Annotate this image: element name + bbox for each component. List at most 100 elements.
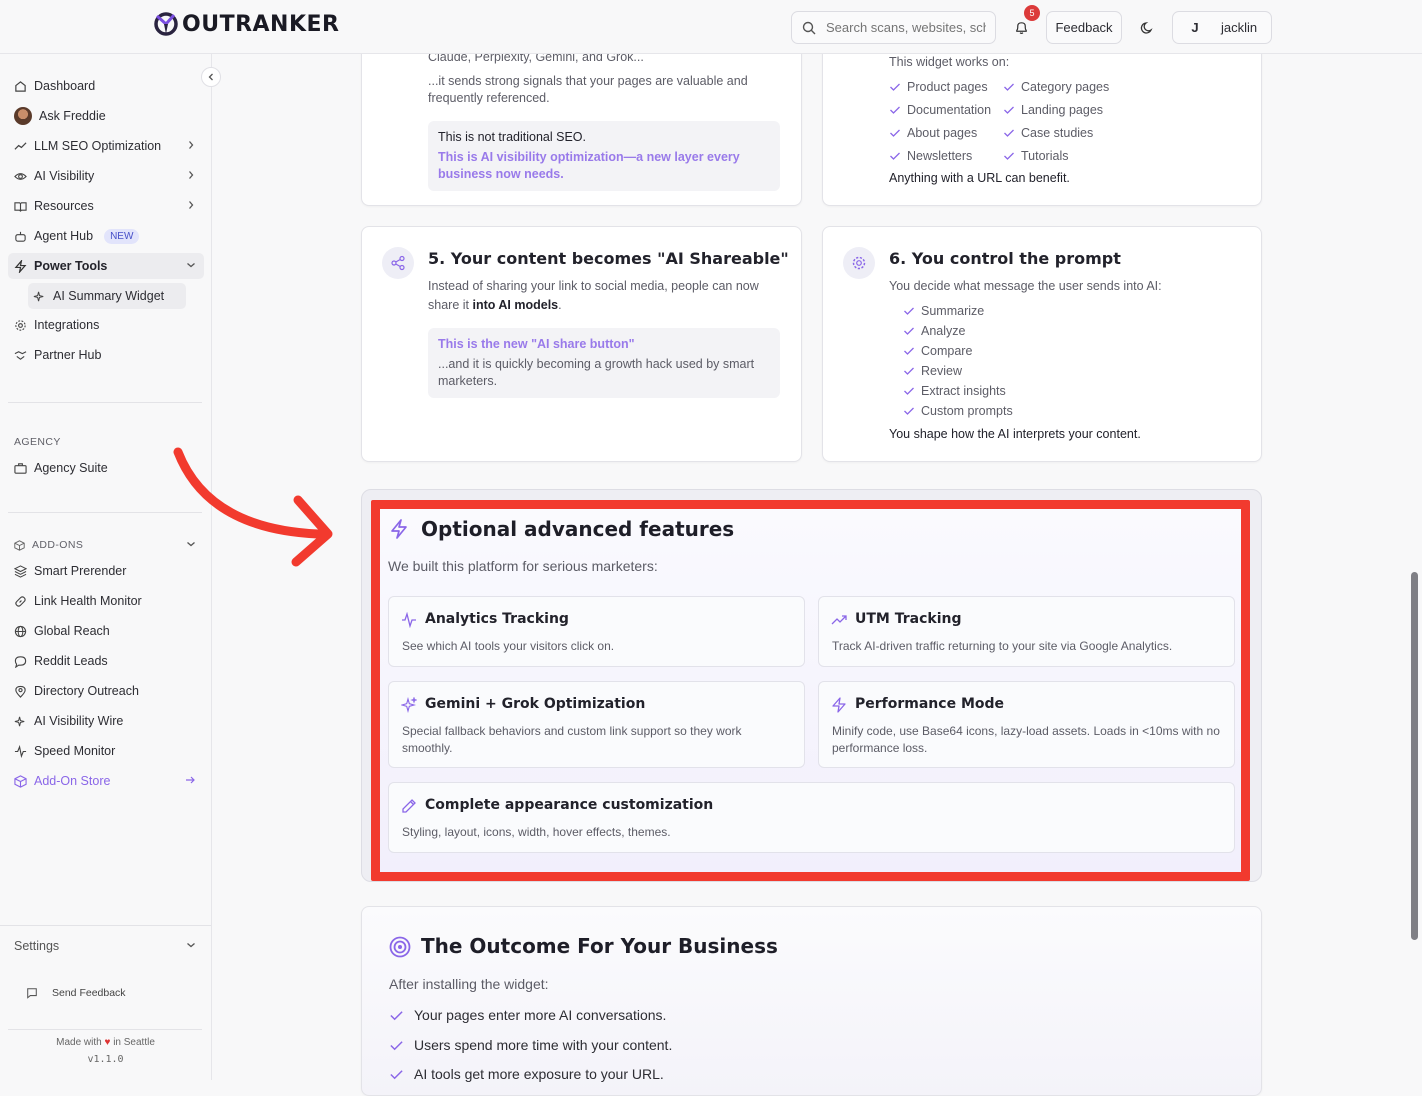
app-logo[interactable]: OUTRANKER: [152, 10, 339, 38]
eye-icon: [14, 172, 27, 180]
check-icon: [1004, 106, 1014, 114]
trend-icon: [14, 141, 27, 150]
zap-icon: [832, 697, 846, 713]
version-label: v1.1.0: [87, 1054, 124, 1065]
arrow-right-icon: [186, 776, 195, 784]
section-title: The Outcome For Your Business: [421, 934, 778, 958]
sidebar-item-label: Integrations: [34, 318, 100, 332]
list-item: Review: [903, 361, 1013, 381]
sidebar-item-label: Power Tools: [34, 259, 108, 273]
card-ai-signals: Claude, Perplexity, Gemini, and Grok... …: [361, 30, 802, 206]
sidebar-item-dashboard[interactable]: Dashboard: [8, 73, 204, 99]
callout-title: This is the new "AI share button": [438, 337, 635, 351]
sidebar-item-label: Agency Suite: [34, 461, 108, 475]
search-input[interactable]: [826, 20, 986, 35]
globe-icon: [14, 625, 27, 637]
list-item: Landing pages: [1003, 98, 1109, 121]
notifications-button[interactable]: 5: [1004, 5, 1040, 44]
card-footer: You shape how the AI interprets your con…: [889, 427, 1141, 441]
sidebar-item-integrations[interactable]: Integrations: [8, 312, 204, 338]
sidebar-item-label: Global Reach: [34, 624, 110, 638]
send-feedback-button[interactable]: Send Feedback: [20, 980, 190, 1006]
send-feedback-label: Send Feedback: [52, 987, 126, 999]
package-icon: [14, 774, 27, 788]
feature-title: Gemini + Grok Optimization: [425, 696, 646, 712]
sidebar-item-label: Resources: [34, 199, 94, 213]
sidebar-item-ask-freddie[interactable]: Ask Freddie: [8, 103, 204, 129]
card-footer: Anything with a URL can benefit.: [889, 171, 1070, 185]
user-menu-button[interactable]: J jacklin: [1172, 11, 1272, 44]
list-item: Compare: [903, 341, 1013, 361]
new-badge: NEW: [104, 228, 140, 244]
made-with-suffix: in Seattle: [113, 1037, 155, 1048]
trending-up-icon: [831, 615, 847, 625]
sidebar-item-power-tools[interactable]: Power Tools: [8, 253, 204, 279]
prompt-options-list: Summarize Analyze Compare Review Extract…: [903, 301, 1013, 421]
sidebar-item-partner-hub[interactable]: Partner Hub: [8, 342, 204, 368]
sidebar-item-ai-visibility[interactable]: AI Visibility: [8, 163, 204, 189]
divider: [0, 925, 211, 926]
body-suffix: .: [558, 298, 562, 312]
sidebar-item-link-health[interactable]: Link Health Monitor: [8, 588, 204, 614]
card-title: 6. You control the prompt: [889, 249, 1121, 268]
sidebar-item-global-reach[interactable]: Global Reach: [8, 618, 204, 644]
card-control-prompt: 6. You control the prompt You decide wha…: [822, 226, 1262, 462]
feature-desc: Special fallback behaviors and custom li…: [402, 724, 742, 755]
activity-icon: [14, 744, 27, 758]
section-title: Optional advanced features: [421, 517, 735, 541]
sidebar-item-directory-outreach[interactable]: Directory Outreach: [8, 678, 204, 704]
sidebar-item-llm-seo[interactable]: LLM SEO Optimization: [8, 133, 204, 159]
sidebar-item-label: Add-On Store: [34, 774, 111, 788]
sidebar-item-label: AI Visibility: [34, 169, 95, 183]
sidebar-item-ai-visibility-wire[interactable]: AI Visibility Wire: [8, 708, 204, 734]
check-icon: [390, 1069, 403, 1079]
list-item: Analyze: [903, 321, 1013, 341]
list-item: Extract insights: [903, 381, 1013, 401]
list-item: Newsletters: [889, 144, 991, 167]
sidebar-item-label: Ask Freddie: [39, 109, 106, 123]
package-icon: [14, 539, 25, 551]
outcome-item: Users spend more time with your content.: [389, 1037, 672, 1053]
notification-count-badge: 5: [1024, 5, 1040, 21]
card-widget-works-on: This widget works on: Product pages Docu…: [822, 30, 1262, 206]
check-icon: [890, 106, 900, 114]
callout-body: ...and it is quickly becoming a growth h…: [438, 357, 755, 388]
agency-section-label: AGENCY: [14, 436, 61, 448]
chevron-right-icon: [189, 171, 194, 179]
gear-icon: [843, 247, 875, 279]
sidebar-item-resources[interactable]: Resources: [8, 193, 204, 219]
sidebar-item-label: Directory Outreach: [34, 684, 139, 698]
pencil-icon: [402, 799, 416, 813]
callout-box: This is not traditional SEO. This is AI …: [428, 121, 780, 191]
feedback-button[interactable]: Feedback: [1046, 11, 1122, 44]
section-subtitle: We built this platform for serious marke…: [388, 558, 658, 574]
page-scrollbar[interactable]: [1411, 572, 1418, 940]
activity-icon: [402, 612, 416, 628]
section-subtitle: After installing the widget:: [389, 976, 549, 992]
chevron-right-icon: [189, 141, 194, 149]
feature-desc: See which AI tools your visitors click o…: [402, 639, 615, 653]
sidebar-item-speed-monitor[interactable]: Speed Monitor: [8, 738, 204, 764]
chevron-down-icon: [187, 263, 195, 268]
collapse-sidebar-button[interactable]: [201, 67, 221, 87]
settings-toggle[interactable]: Settings: [8, 933, 204, 959]
page-type-list-2: Category pages Landing pages Case studie…: [1003, 75, 1109, 167]
book-icon: [14, 201, 27, 212]
advanced-features-section: Optional advanced features We built this…: [371, 500, 1250, 881]
callout-body: This is AI visibility optimization—a new…: [438, 150, 740, 181]
card-text: ...it sends strong signals that your pag…: [428, 74, 748, 105]
theme-toggle-button[interactable]: [1131, 11, 1163, 44]
feature-title: Complete appearance customization: [425, 797, 714, 813]
list-item: Documentation: [889, 98, 991, 121]
map-pin-icon: [15, 685, 26, 698]
sidebar-item-agent-hub[interactable]: Agent Hub NEW: [8, 223, 204, 249]
logo-text: OUTRANKER: [182, 11, 340, 37]
feature-card-utm: UTM Tracking Track AI-driven traffic ret…: [818, 596, 1235, 667]
sidebar-item-ai-summary-widget[interactable]: AI Summary Widget: [28, 283, 186, 309]
user-name: jacklin: [1221, 20, 1258, 35]
sidebar-item-reddit-leads[interactable]: Reddit Leads: [8, 648, 204, 674]
search-box[interactable]: [791, 11, 996, 44]
sidebar-item-addon-store[interactable]: Add-On Store: [8, 768, 204, 794]
check-icon: [390, 1040, 403, 1050]
bot-icon: [15, 231, 26, 242]
